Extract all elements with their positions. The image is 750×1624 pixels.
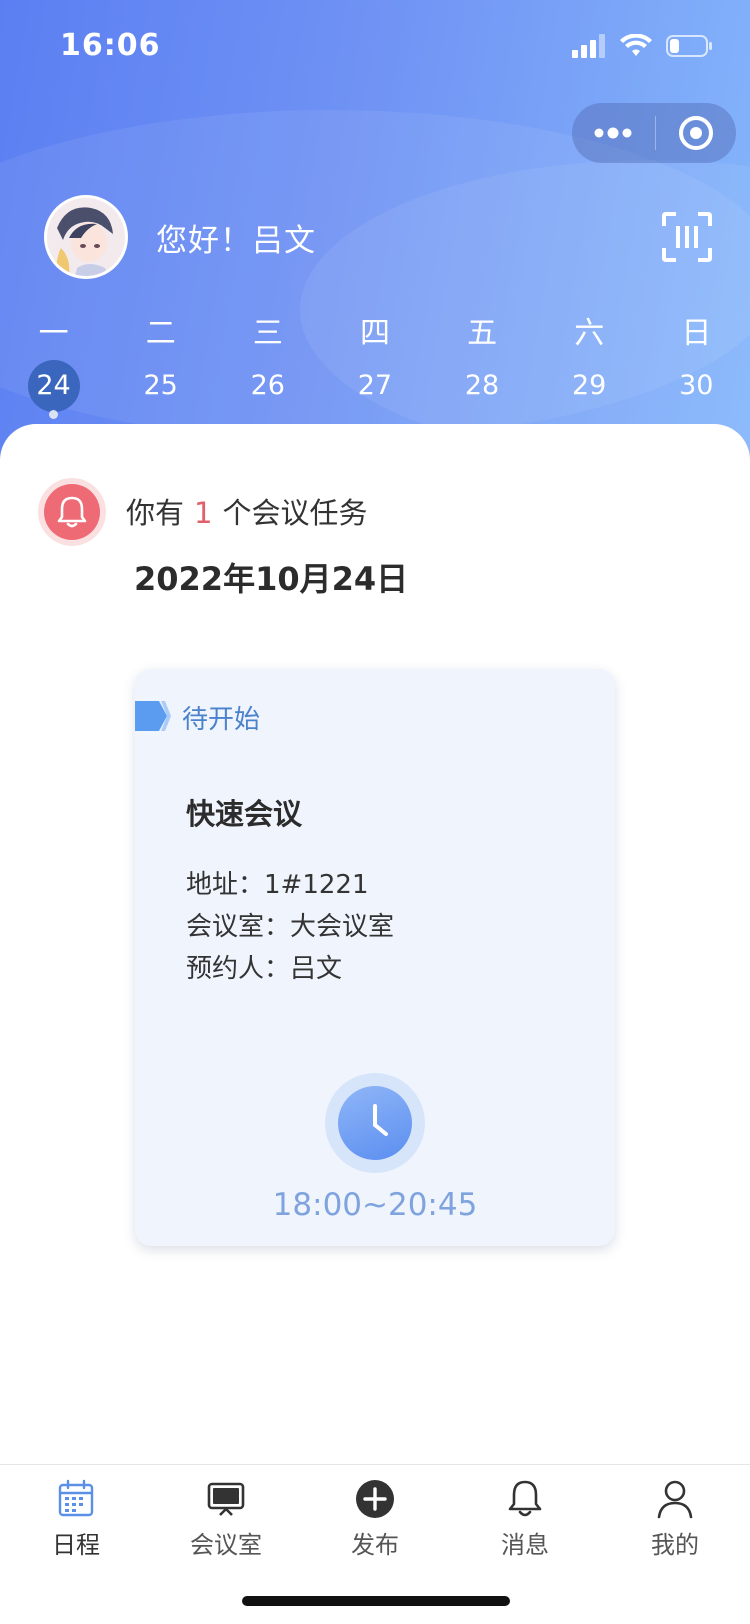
- app-screen: 16:06 您好！吕文 一 二 三 四 五 六 日 24 25 26 27 28…: [0, 0, 750, 1624]
- meeting-address: 地址：1#1221: [186, 870, 369, 900]
- task-summary-suffix: 个会议任务: [222, 496, 368, 530]
- calendar-icon: [58, 1479, 94, 1517]
- date-cell[interactable]: 26: [214, 360, 321, 412]
- bell-icon-circle: [44, 484, 100, 540]
- wifi-icon: [620, 34, 652, 56]
- meeting-room: 会议室：大会议室: [186, 912, 395, 942]
- tab-label: 会议室: [190, 1531, 262, 1559]
- tab-label: 消息: [501, 1531, 549, 1559]
- bell-icon: [57, 496, 87, 528]
- bell-icon: [508, 1480, 542, 1517]
- clock-icon: [373, 1104, 388, 1136]
- date-number: 29: [572, 370, 607, 401]
- weekday-row: 一 二 三 四 五 六 日: [0, 308, 750, 352]
- weekday-label: 二: [145, 316, 176, 351]
- tab-messages[interactable]: 消息: [450, 1477, 600, 1560]
- avatar[interactable]: [44, 195, 128, 279]
- tab-meeting-room[interactable]: 会议室: [151, 1477, 301, 1560]
- miniprogram-capsule: [572, 103, 736, 163]
- meeting-card[interactable]: 待开始 快速会议 地址：1#1221 会议室：大会议室 预约人：吕文 18:00…: [135, 669, 615, 1246]
- date-cell-selected[interactable]: 24: [0, 360, 107, 412]
- weekday-label: 日: [681, 316, 712, 351]
- selected-date-title: 2022年10月24日: [134, 560, 409, 598]
- weekday-label: 四: [359, 316, 390, 351]
- date-cell[interactable]: 30: [643, 360, 750, 412]
- greeting-text: 您好！吕文: [156, 223, 316, 259]
- date-cell[interactable]: 29: [536, 360, 643, 412]
- monitor-icon: [207, 1482, 245, 1516]
- person-icon: [657, 1480, 693, 1519]
- date-number: 25: [143, 370, 178, 401]
- meeting-title: 快速会议: [186, 797, 303, 831]
- date-cell[interactable]: 25: [107, 360, 214, 412]
- task-bell-badge: [38, 478, 106, 546]
- task-summary-prefix: 你有: [126, 496, 185, 530]
- tab-label: 我的: [651, 1531, 699, 1559]
- cellular-signal-icon: [572, 34, 605, 58]
- more-icon[interactable]: [594, 127, 632, 139]
- tab-schedule[interactable]: 日程: [1, 1477, 151, 1560]
- home-indicator: [242, 1596, 510, 1606]
- date-cell[interactable]: 27: [321, 360, 428, 412]
- date-number: 30: [679, 370, 714, 401]
- tab-publish[interactable]: 发布: [300, 1477, 450, 1560]
- meeting-time-range: 18:00~20:45: [272, 1187, 478, 1223]
- meeting-status: 待开始: [182, 705, 261, 735]
- clock-halo: [325, 1073, 425, 1173]
- avatar-illustration: [47, 198, 125, 276]
- status-icons: [572, 34, 712, 58]
- date-row: 24 25 26 27 28 29 30: [0, 360, 750, 412]
- date-number: 26: [250, 370, 285, 401]
- status-tag-icon: [135, 701, 171, 731]
- meeting-booker: 预约人：吕文: [186, 954, 343, 984]
- tab-label: 日程: [52, 1531, 100, 1559]
- task-summary: 你有 1 个会议任务: [126, 490, 367, 532]
- weekday-label: 三: [252, 316, 283, 351]
- scan-icon[interactable]: [662, 212, 712, 262]
- weekday-label: 五: [467, 316, 498, 351]
- weekday-label: 一: [38, 316, 69, 351]
- battery-icon: [666, 35, 712, 57]
- tab-profile[interactable]: 我的: [600, 1477, 750, 1560]
- weekday-label: 六: [574, 316, 605, 351]
- date-number: 27: [357, 370, 393, 401]
- task-count: 1: [194, 496, 213, 530]
- tab-label: 发布: [351, 1531, 399, 1559]
- today-indicator-dot: [49, 410, 58, 419]
- plus-circle-icon: [356, 1480, 394, 1518]
- status-bar: 16:06: [0, 0, 750, 96]
- date-number: 28: [464, 370, 500, 401]
- close-target-icon[interactable]: [678, 115, 714, 151]
- status-time: 16:06: [60, 28, 161, 63]
- capsule-divider: [654, 116, 656, 150]
- clock-face: [338, 1086, 412, 1160]
- date-cell[interactable]: 28: [429, 360, 536, 412]
- date-number: 24: [36, 370, 71, 401]
